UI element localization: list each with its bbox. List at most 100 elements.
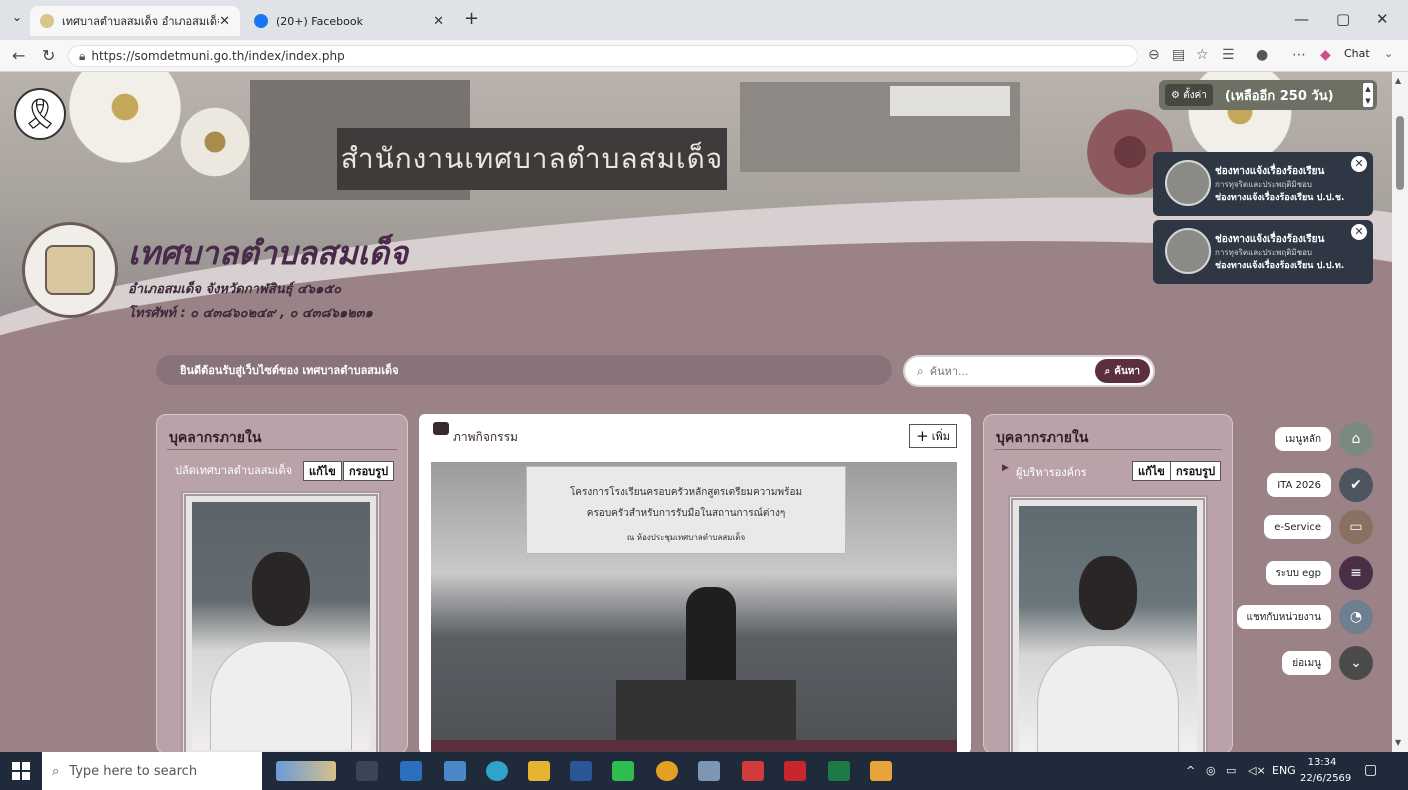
weather-widget-icon[interactable] [276, 761, 336, 781]
complaint-notification[interactable]: ช่องทางแจ้งเรื่องร้องเรียน การทุจริตและป… [1153, 220, 1373, 284]
hero-banner: สำนักงานเทศบาลตำบลสมเด็จ 🎗︎ เทศบาลตำบลสม… [0, 72, 1392, 342]
fab-ita[interactable]: ITA 2026 ✔ [1255, 468, 1385, 502]
task-view-icon[interactable] [356, 761, 378, 781]
language-indicator[interactable]: ENG [1272, 764, 1296, 777]
file-explorer-icon[interactable] [528, 761, 550, 781]
personnel-panel-left: บุคลากรภายใน ปลัดเทศบาลตำบลสมเด็จ แก้ไข … [156, 414, 408, 752]
tab-label: (20+) Facebook [276, 14, 363, 28]
app-icon[interactable] [698, 761, 720, 781]
fab-e-service[interactable]: e-Service ▭ [1255, 510, 1385, 544]
new-tab-button[interactable]: + [464, 8, 479, 29]
close-tab-icon[interactable]: ✕ [433, 14, 444, 29]
chevron-down-icon[interactable]: ⌄ [1384, 47, 1393, 60]
spinner-icon[interactable]: ▲ ▼ [1363, 83, 1373, 107]
edit-button[interactable]: แก้ไข [303, 461, 342, 481]
more-icon[interactable]: ⋯ [1292, 47, 1306, 63]
excel-icon[interactable] [828, 761, 850, 781]
remote-desktop-icon[interactable] [444, 761, 466, 781]
site-title: เทศบาลตำบลสมเด็จ [128, 234, 408, 272]
search-input[interactable] [929, 364, 1050, 378]
restore-icon[interactable]: ▢ [1336, 10, 1350, 28]
refresh-icon[interactable]: ↻ [42, 46, 55, 65]
flower-image [175, 102, 255, 182]
word-icon[interactable] [570, 761, 592, 781]
chrome-icon[interactable] [656, 761, 678, 781]
store-icon[interactable] [400, 761, 422, 781]
messenger-icon: ◔ [1339, 600, 1373, 634]
clock[interactable]: 13:34 22/6/2569 [1300, 755, 1351, 787]
personnel-panel-right: บุคลากรภายใน ▶ ผู้บริหารองค์กร แก้ไข กรอ… [983, 414, 1233, 752]
close-window-icon[interactable]: ✕ [1376, 10, 1389, 28]
frame-button[interactable]: กรอบรูป [343, 461, 395, 481]
line-icon[interactable] [612, 761, 634, 781]
fab-collapse[interactable]: ย่อเมนู ⌄ [1255, 646, 1385, 680]
search-icon: ⌕ [52, 763, 60, 779]
complaint-notification[interactable]: ช่องทางแจ้งเรื่องร้องเรียน การทุจริตและป… [1153, 152, 1373, 216]
fab-label: เมนูหลัก [1275, 427, 1331, 451]
panel-title: บุคลากรภายใน [169, 430, 262, 446]
page-scrollbar[interactable]: ▲ ▼ [1392, 72, 1408, 752]
banner-line: ครอบครัวสำหรับการรับมือในสถานการณ์ต่างๆ [586, 508, 786, 519]
close-tab-icon[interactable]: ✕ [219, 14, 230, 29]
notification-org: ช่องทางแจ้งเรื่องร้องเรียน ป.ป.ท. [1215, 261, 1345, 271]
edit-button[interactable]: แก้ไข [1132, 461, 1171, 481]
favorite-icon[interactable]: ☆ [1196, 47, 1209, 63]
building-sign: สำนักงานเทศบาลตำบลสมเด็จ [337, 128, 727, 190]
add-label: เพิ่ม [931, 430, 950, 443]
notification-center-icon[interactable]: ▢ [1364, 762, 1377, 778]
windows-start-icon[interactable] [12, 762, 30, 780]
settings-button[interactable]: ⚙ ตั้งค่า [1165, 84, 1213, 106]
chat-label[interactable]: Chat [1344, 47, 1370, 60]
zoom-icon[interactable]: ⊖ [1148, 47, 1160, 63]
divider [994, 449, 1222, 450]
copilot-icon[interactable]: ◆ [1320, 47, 1331, 63]
photos-icon[interactable] [870, 761, 892, 781]
fab-main-menu[interactable]: เมนูหลัก ⌂ [1255, 422, 1385, 456]
web-page: สำนักงานเทศบาลตำบลสมเด็จ 🎗︎ เทศบาลตำบลสม… [0, 72, 1392, 752]
minimize-icon[interactable]: — [1294, 10, 1309, 28]
snipping-tool-icon[interactable] [742, 761, 764, 781]
tab-facebook[interactable]: (20+) Facebook ✕ [244, 6, 454, 36]
network-icon[interactable]: ◎ [1206, 764, 1216, 777]
event-banner: โครงการโรงเรียนครอบครัวหลักสูตรเตรียมควา… [526, 466, 846, 554]
fab-chat[interactable]: แชทกับหน่วยงาน ◔ [1236, 600, 1385, 634]
site-favicon-icon [40, 14, 54, 28]
activity-photo[interactable]: โครงการโรงเรียนครอบครัวหลักสูตรเตรียมควา… [431, 462, 957, 752]
search-button-label: ค้นหา [1114, 365, 1140, 377]
personnel-photo [1019, 506, 1197, 752]
add-button[interactable]: + เพิ่ม [909, 424, 957, 448]
reader-icon[interactable]: ▤ [1172, 47, 1185, 63]
scroll-down-icon[interactable]: ▼ [1395, 738, 1401, 747]
monitor-tray-icon[interactable]: ▭ [1226, 764, 1236, 777]
close-icon[interactable]: ✕ [1351, 156, 1367, 172]
url-field[interactable]: 🔒︎ https://somdetmuni.go.th/index/index.… [68, 45, 1138, 67]
acrobat-icon[interactable] [784, 761, 806, 781]
countdown-text: (เหลืออีก 250 วัน) [1224, 88, 1334, 104]
fab-label: e-Service [1264, 515, 1331, 539]
search-button[interactable]: ⌕ ค้นหา [1094, 359, 1150, 383]
collections-icon[interactable]: ☰ [1222, 47, 1235, 63]
close-icon[interactable]: ✕ [1351, 224, 1367, 240]
list-icon: ≡ [1339, 556, 1373, 590]
taskbar-search[interactable]: ⌕ Type here to search [42, 752, 262, 790]
frame-button[interactable]: กรอบรูป [1170, 461, 1222, 481]
fab-egp[interactable]: ระบบ egp ≡ [1255, 556, 1385, 590]
tab-list-chevron-icon[interactable]: ⌄ [12, 10, 22, 24]
edge-icon[interactable] [486, 761, 508, 781]
clock-time: 13:34 [1307, 757, 1337, 768]
search-icon: ⌕ [917, 363, 924, 378]
ribbon-icon: 🎗︎ [14, 88, 66, 140]
welcome-marquee: ยินดีต้อนรับสู่เว็บไซต์ของ เทศบาลตำบลสมเ… [156, 355, 892, 385]
notification-title: ช่องทางแจ้งเรื่องร้องเรียน [1215, 234, 1325, 245]
tab-somdet[interactable]: เทศบาลตำบลสมเด็จ อำเภอสมเด็จ จังหวัด ✕ [30, 6, 240, 36]
scrollbar-thumb[interactable] [1396, 116, 1404, 190]
municipality-seal [22, 222, 118, 318]
back-icon[interactable]: ← [12, 46, 25, 65]
volume-icon[interactable]: ◁× [1248, 764, 1266, 777]
site-subtitle: อำเภอสมเด็จ จังหวัดกาฬสินธุ์ ๔๖๑๕๐ [128, 282, 342, 297]
profile-icon[interactable]: ● [1256, 47, 1268, 63]
taskbar-search-placeholder: Type here to search [69, 763, 198, 779]
search-box: ⌕ ⌕ค้นหา [903, 355, 1155, 387]
scroll-up-icon[interactable]: ▲ [1395, 76, 1401, 85]
tray-chevron-icon[interactable]: ^ [1186, 764, 1195, 777]
